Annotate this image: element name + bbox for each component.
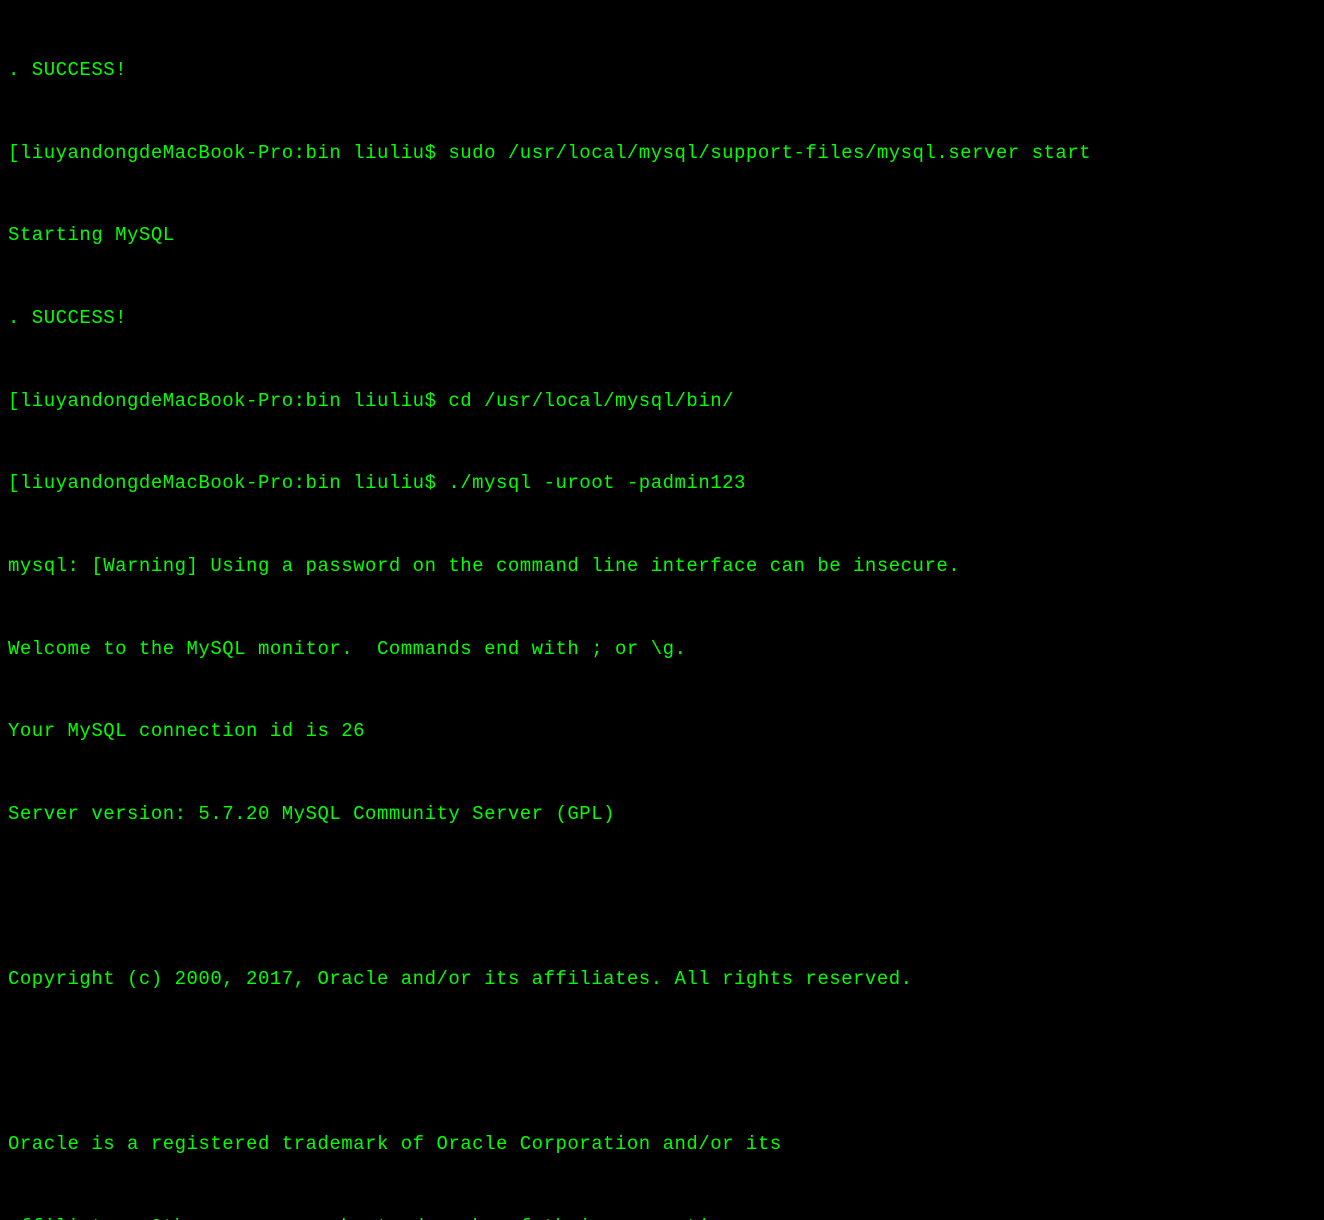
output-line: Your MySQL connection id is 26 <box>8 718 1316 746</box>
prompt-line: [liuyandongdeMacBook-Pro:bin liuliu$ ./m… <box>8 470 1316 498</box>
output-line: Server version: 5.7.20 MySQL Community S… <box>8 801 1316 829</box>
bracket-char: [ <box>8 472 20 494</box>
prompt-line: [liuyandongdeMacBook-Pro:bin liuliu$ cd … <box>8 388 1316 416</box>
shell-prompt: liuyandongdeMacBook-Pro:bin liuliu$ <box>20 472 448 494</box>
output-line: affiliates. Other names may be trademark… <box>8 1214 1316 1220</box>
output-line: Oracle is a registered trademark of Orac… <box>8 1131 1316 1159</box>
terminal-window[interactable]: . SUCCESS! [liuyandongdeMacBook-Pro:bin … <box>0 0 1324 1220</box>
output-line <box>8 884 1316 912</box>
shell-prompt: liuyandongdeMacBook-Pro:bin liuliu$ <box>20 390 448 412</box>
prompt-line: [liuyandongdeMacBook-Pro:bin liuliu$ sud… <box>8 140 1316 168</box>
bracket-char: [ <box>8 390 20 412</box>
output-line: . SUCCESS! <box>8 57 1316 85</box>
command-text: sudo /usr/local/mysql/support-files/mysq… <box>448 142 1091 164</box>
output-line: Starting MySQL <box>8 222 1316 250</box>
bracket-char: [ <box>8 142 20 164</box>
output-line: Copyright (c) 2000, 2017, Oracle and/or … <box>8 966 1316 994</box>
command-text: ./mysql -uroot -padmin123 <box>448 472 746 494</box>
output-line: Welcome to the MySQL monitor. Commands e… <box>8 636 1316 664</box>
output-line: mysql: [Warning] Using a password on the… <box>8 553 1316 581</box>
shell-prompt: liuyandongdeMacBook-Pro:bin liuliu$ <box>20 142 448 164</box>
output-line: . SUCCESS! <box>8 305 1316 333</box>
output-line <box>8 1049 1316 1077</box>
command-text: cd /usr/local/mysql/bin/ <box>448 390 734 412</box>
